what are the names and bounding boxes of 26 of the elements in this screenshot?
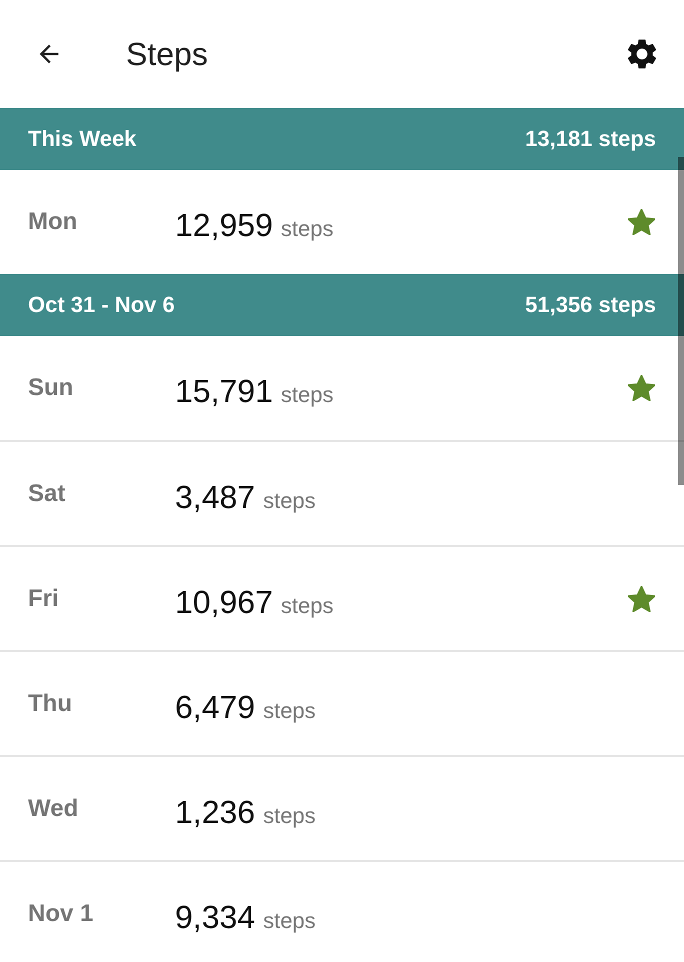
step-count: 15,791	[175, 375, 273, 407]
step-count: 1,236	[175, 796, 256, 828]
day-label: Sun	[28, 376, 74, 400]
steps-unit: steps	[263, 804, 316, 826]
day-label: Wed	[28, 796, 80, 820]
steps-unit: steps	[263, 490, 316, 512]
steps-unit: steps	[280, 384, 334, 406]
steps-unit: steps	[263, 700, 316, 722]
week-label: This Week	[28, 128, 136, 150]
day-label: Thu	[28, 692, 73, 716]
step-count: 12,959	[175, 209, 273, 241]
screen-title: Steps	[126, 38, 208, 70]
day-label: Sat	[28, 482, 66, 506]
steps-unit: steps	[263, 910, 316, 932]
week-label: Oct 31 - Nov 6	[28, 294, 175, 316]
step-count: 3,487	[175, 480, 256, 512]
day-label: Mon	[28, 210, 78, 234]
day-label: Nov 1	[28, 902, 94, 926]
step-count: 9,334	[175, 900, 256, 932]
week-total: 13,181 steps	[525, 128, 656, 150]
steps-unit: steps	[280, 594, 334, 616]
step-count: 6,479	[175, 690, 256, 722]
step-count: 10,967	[175, 586, 273, 618]
week-total: 51,356 steps	[525, 294, 656, 316]
day-label: Fri	[28, 586, 60, 610]
steps-unit: steps	[280, 218, 334, 240]
